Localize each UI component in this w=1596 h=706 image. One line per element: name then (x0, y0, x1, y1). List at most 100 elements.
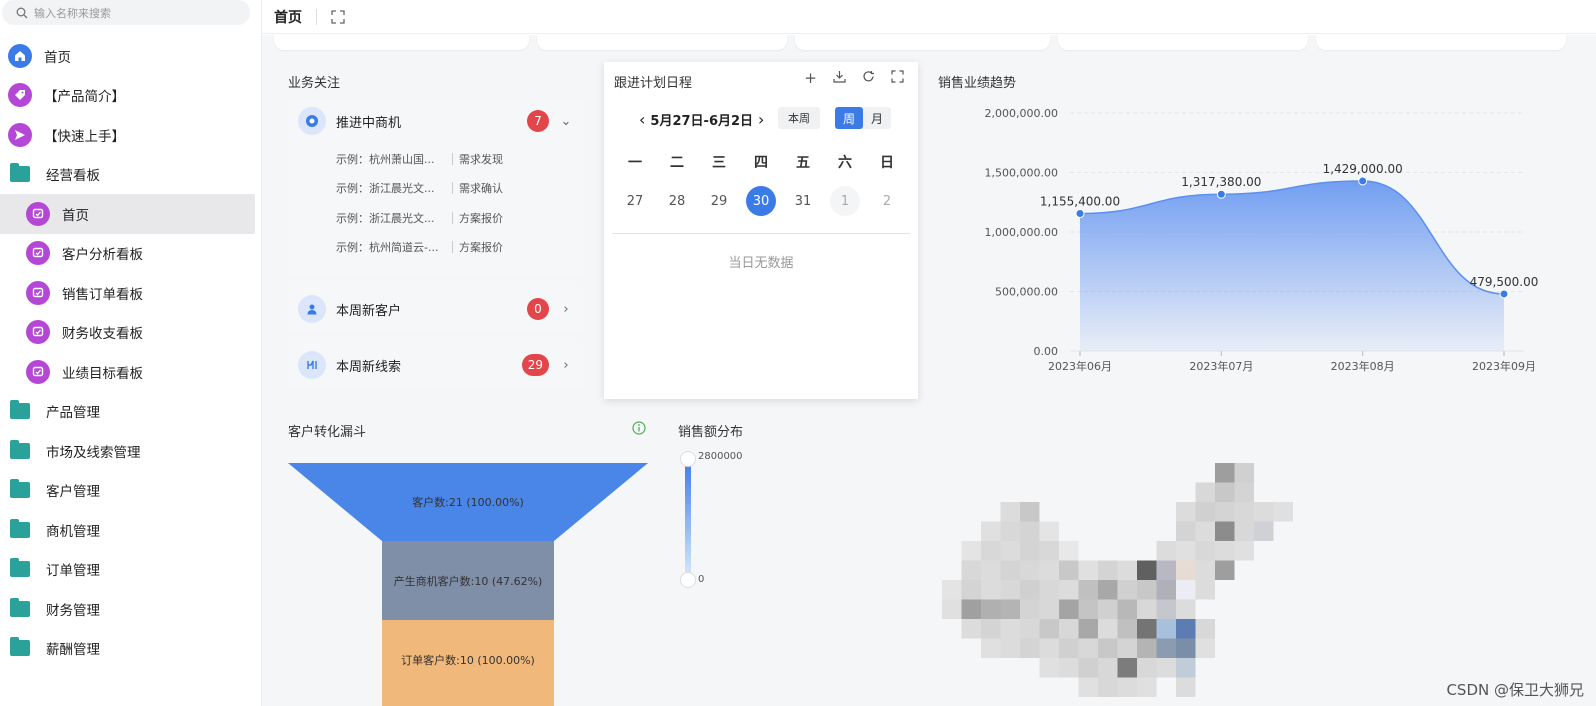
sidebar-item[interactable]: 财务收支看板 (0, 313, 262, 353)
map-region (1156, 599, 1176, 619)
tab-home[interactable]: 首页 (274, 7, 302, 27)
date-cell[interactable]: 27 (620, 186, 650, 216)
map-region (1117, 619, 1137, 639)
date-cell[interactable]: 31 (788, 186, 818, 216)
sidebar-item[interactable]: 产品管理 (0, 392, 262, 432)
map-region (981, 580, 1001, 600)
refresh-icon[interactable] (860, 70, 877, 87)
date-cell[interactable]: 30 (746, 186, 776, 216)
divider (452, 211, 453, 224)
map-region (942, 599, 962, 619)
map-region (1020, 502, 1040, 522)
map-region (1098, 560, 1118, 580)
chevron-right-icon[interactable]: › (557, 302, 575, 317)
new-customers-badge: 0 (527, 298, 549, 320)
data-label: 1,317,380.00 (1181, 175, 1261, 189)
sidebar-item[interactable]: 订单管理 (0, 550, 262, 590)
map-region (961, 541, 981, 561)
deal-row[interactable]: 示例：杭州萧山国... 需求发现 (288, 144, 583, 174)
month-view-button[interactable]: 月 (863, 107, 891, 129)
sidebar-item[interactable]: 财务管理 (0, 589, 262, 629)
folder-icon (10, 518, 30, 538)
download-icon[interactable] (831, 70, 848, 87)
sidebar-item[interactable]: 首页 (0, 194, 255, 234)
map-region (1117, 638, 1137, 658)
map-region (1098, 658, 1118, 678)
funnel-stage-label: 客户数:21 (100.00%) (412, 495, 524, 509)
y-tick-label: 500,000.00 (995, 286, 1058, 299)
map-region (981, 521, 1001, 541)
info-icon[interactable] (632, 421, 646, 435)
sidebar-item[interactable]: 薪酬管理 (0, 629, 262, 669)
map-region (1039, 658, 1059, 678)
map-region (1059, 580, 1079, 600)
date-cell[interactable]: 28 (662, 186, 692, 216)
folder-icon (10, 163, 30, 183)
sidebar-item[interactable]: 商机管理 (0, 510, 262, 550)
map-region (1195, 482, 1215, 502)
sidebar-item[interactable]: 【产品简介】 (0, 76, 262, 116)
sidebar-item[interactable]: 经营看板 (0, 155, 262, 195)
map-region (1156, 580, 1176, 600)
dashboard-icon (26, 280, 50, 305)
sidebar-item-label: 【快速上手】 (44, 128, 125, 145)
map-region (1059, 560, 1079, 580)
y-tick-label: 1,500,000.00 (985, 167, 1058, 180)
map-region (1137, 658, 1157, 678)
deal-row[interactable]: 示例：浙江晨光文... 需求确认 (288, 174, 583, 204)
search-input[interactable]: 输入名称来搜索 (2, 0, 250, 25)
deals-header[interactable]: 推进中商机 7 ⌄ (288, 98, 583, 144)
visual-map-handle-bottom[interactable] (680, 572, 696, 588)
map-region (981, 541, 1001, 561)
deals-label: 推进中商机 (336, 115, 402, 131)
new-customers-row[interactable]: 本周新客户 0 › (288, 287, 583, 331)
date-cell[interactable]: 1 (830, 186, 860, 216)
fullscreen-icon[interactable] (331, 9, 345, 24)
china-map-pixelated (942, 463, 1293, 697)
deal-name: 示例：浙江晨光文... (336, 182, 435, 196)
sidebar-item[interactable]: 市场及线索管理 (0, 431, 262, 471)
map-region (942, 580, 962, 600)
new-leads-label: 本周新线索 (336, 359, 402, 375)
chevron-right-icon[interactable]: › (557, 358, 575, 373)
map-region (1215, 541, 1235, 561)
new-leads-row[interactable]: 本周新线索 29 › (288, 343, 583, 387)
weekday-label: 二 (670, 155, 684, 171)
weekday-label: 六 (838, 155, 852, 171)
deal-row[interactable]: 示例：北京天诚软...需求发现 (288, 262, 583, 266)
chevron-right-icon[interactable]: › (753, 110, 769, 129)
new-leads-badge: 29 (521, 354, 549, 376)
sidebar-item[interactable]: 客户管理 (0, 471, 262, 511)
deals-count-badge: 7 (527, 110, 549, 132)
week-view-button[interactable]: 周 (835, 107, 863, 129)
weekday-label: 一 (628, 155, 642, 171)
map-region (981, 619, 1001, 639)
sidebar-item-label: 商机管理 (46, 523, 100, 540)
date-cell[interactable]: 29 (704, 186, 734, 216)
sidebar-item-label: 产品管理 (46, 405, 100, 422)
sidebar-item[interactable]: 业绩目标看板 (0, 352, 262, 392)
deal-row[interactable]: 示例：杭州简道云-... 方案报价 (288, 233, 583, 263)
chevron-down-icon[interactable]: ⌄ (557, 114, 575, 129)
visual-map-handle-top[interactable] (680, 451, 696, 467)
sidebar-item[interactable]: 客户分析看板 (0, 234, 262, 274)
deal-row[interactable]: 示例：浙江晨光文... 方案报价 (288, 203, 583, 233)
schedule-card: 跟进计划日程 + ‹ 5月27日-6月2日 › 本周 周 月 一 二 三 四 五 六 日 2… (604, 62, 918, 399)
deal-stage: 需求发现 (459, 152, 503, 166)
date-cell[interactable]: 2 (872, 186, 902, 216)
visual-map-bar (685, 459, 691, 580)
sidebar-item[interactable]: 销售订单看板 (0, 273, 262, 313)
new-customers-label: 本周新客户 (336, 303, 402, 319)
add-icon[interactable]: + (802, 70, 819, 87)
sidebar-item[interactable]: 【快速上手】 (0, 115, 262, 155)
map-region (1000, 521, 1020, 541)
map-region (1020, 638, 1040, 658)
fullscreen-icon[interactable] (889, 70, 906, 87)
deal-stage: 需求确认 (459, 182, 503, 196)
chevron-left-icon[interactable]: ‹ (634, 110, 650, 129)
date-row: 27 28 29 30 31 1 2 (614, 186, 908, 216)
x-tick-label: 2023年06月 (1048, 359, 1112, 373)
sidebar-item[interactable]: 首页 (0, 36, 262, 76)
this-week-button[interactable]: 本周 (778, 107, 820, 129)
business-focus-title: 业务关注 (288, 76, 341, 91)
